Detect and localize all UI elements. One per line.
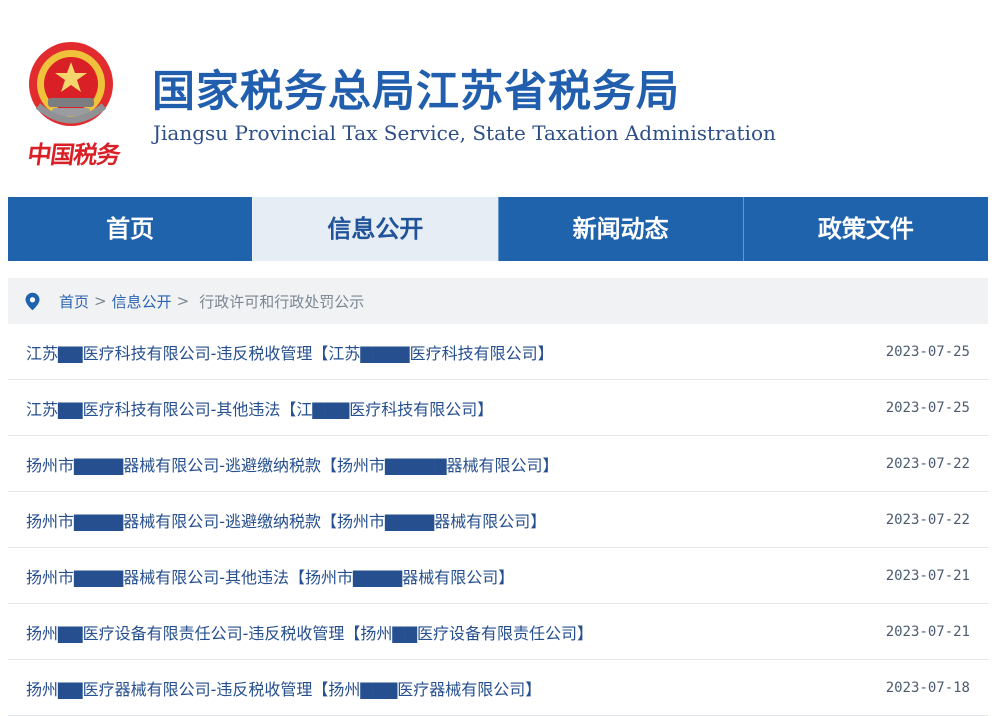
list-item-date: 2023-07-25 [885, 399, 970, 416]
list-item: 江苏▇▇医疗科技有限公司-其他违法【江▇▇▇医疗科技有限公司】 2023-07-… [8, 380, 988, 436]
nav-policy-documents[interactable]: 政策文件 [742, 197, 988, 261]
nav-home[interactable]: 首页 [8, 197, 252, 261]
site-title-cn: 国家税务总局江苏省税务局 [152, 67, 680, 117]
list-item: 扬州▇▇医疗设备有限责任公司-违反税收管理【扬州▇▇医疗设备有限责任公司】 20… [8, 604, 988, 660]
list-item: 扬州市▇▇▇▇器械有限公司-逃避缴纳税款【扬州市▇▇▇▇器械有限公司】 2023… [8, 492, 988, 548]
breadcrumb-separator: > [176, 292, 190, 310]
list-item-title-link[interactable]: 扬州市▇▇▇▇器械有限公司-其他违法【扬州市▇▇▇▇器械有限公司】 [26, 564, 514, 588]
list-item-title-link[interactable]: 扬州▇▇医疗设备有限责任公司-违反税收管理【扬州▇▇医疗设备有限责任公司】 [26, 620, 593, 644]
list-item: 扬州市▇▇▇▇器械有限公司-其他违法【扬州市▇▇▇▇器械有限公司】 2023-0… [8, 548, 988, 604]
main-nav: 首页 信息公开 新闻动态 政策文件 [8, 197, 988, 261]
disclosure-list: 江苏▇▇医疗科技有限公司-违反税收管理【江苏▇▇▇▇医疗科技有限公司】 2023… [8, 324, 988, 716]
site-title-en: Jiangsu Provincial Tax Service, State Ta… [153, 121, 776, 145]
list-item: 江苏▇▇医疗科技有限公司-违反税收管理【江苏▇▇▇▇医疗科技有限公司】 2023… [8, 324, 988, 380]
list-item-title-link[interactable]: 扬州▇▇医疗器械有限公司-违反税收管理【扬州▇▇▇医疗器械有限公司】 [26, 676, 541, 700]
list-item: 扬州▇▇医疗器械有限公司-违反税收管理【扬州▇▇▇医疗器械有限公司】 2023-… [8, 660, 988, 716]
national-emblem-icon [29, 42, 113, 126]
list-item-date: 2023-07-25 [885, 343, 970, 360]
breadcrumb: 首页 > 信息公开 > 行政许可和行政处罚公示 [8, 278, 988, 324]
list-item-date: 2023-07-22 [885, 455, 970, 472]
breadcrumb-separator: > [94, 292, 107, 310]
list-item-date: 2023-07-21 [885, 623, 970, 640]
list-item-title-link[interactable]: 扬州市▇▇▇▇器械有限公司-逃避缴纳税款【扬州市▇▇▇▇器械有限公司】 [26, 508, 546, 532]
list-item-title-link[interactable]: 扬州市▇▇▇▇器械有限公司-逃避缴纳税款【扬州市▇▇▇▇▇器械有限公司】 [26, 452, 559, 476]
tax-seal-text: 中国税务 [25, 140, 122, 169]
breadcrumb-info-link[interactable]: 信息公开 [112, 291, 172, 312]
list-item-title-link[interactable]: 江苏▇▇医疗科技有限公司-其他违法【江▇▇▇医疗科技有限公司】 [26, 396, 493, 420]
list-item-date: 2023-07-18 [885, 679, 970, 696]
list-item-title-link[interactable]: 江苏▇▇医疗科技有限公司-违反税收管理【江苏▇▇▇▇医疗科技有限公司】 [26, 340, 554, 364]
list-item-date: 2023-07-22 [885, 511, 970, 528]
location-pin-icon [25, 292, 40, 310]
list-item-date: 2023-07-21 [885, 567, 970, 584]
nav-info-disclosure[interactable]: 信息公开 [252, 197, 498, 261]
site-header: 中国税务 国家税务总局江苏省税务局 Jiangsu Provincial Tax… [0, 0, 995, 197]
list-item: 扬州市▇▇▇▇器械有限公司-逃避缴纳税款【扬州市▇▇▇▇▇器械有限公司】 202… [8, 436, 988, 492]
breadcrumb-current: 行政许可和行政处罚公示 [199, 292, 365, 311]
nav-news[interactable]: 新闻动态 [497, 197, 743, 261]
breadcrumb-home-link[interactable]: 首页 [59, 291, 89, 312]
